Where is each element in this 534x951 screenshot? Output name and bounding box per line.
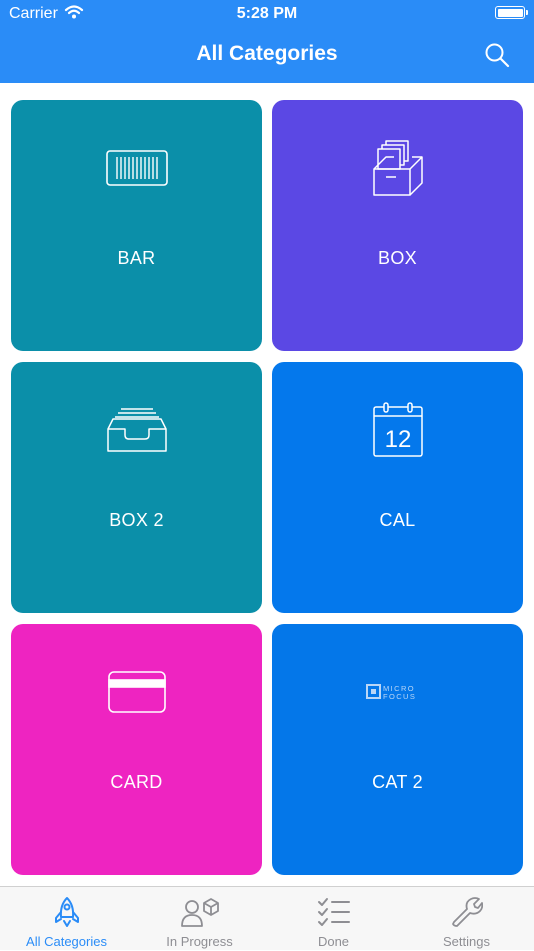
category-tile-bar[interactable]: BAR (11, 100, 262, 351)
category-tile-box-2[interactable]: BOX 2 (11, 362, 262, 613)
credit-card-icon (107, 671, 166, 713)
category-tile-cal[interactable]: 12 CAL (272, 362, 523, 613)
navigation-bar: All Categories (0, 28, 534, 83)
page-title: All Categories (196, 42, 338, 65)
tile-label: CARD (110, 772, 163, 792)
tab-bar: All Categories In Progress Done Settings (0, 886, 534, 950)
tile-label: CAL (379, 510, 416, 530)
tab-settings[interactable]: Settings (400, 887, 533, 951)
category-tile-cat-2[interactable]: MICRO FOCUS CAT 2 (272, 624, 523, 875)
calendar-icon: 12 (372, 402, 423, 457)
category-grid: BAR BOX BOX 2 12 CAL CARD MICRO FOCUS CA… (0, 83, 534, 886)
tab-in-progress[interactable]: In Progress (133, 887, 266, 951)
tab-all-categories[interactable]: All Categories (0, 887, 133, 951)
search-button[interactable] (484, 42, 510, 68)
status-time: 5:28 PM (236, 5, 298, 22)
barcode-icon (105, 150, 168, 186)
checklist-icon (317, 898, 350, 926)
tab-label: Done (317, 934, 350, 949)
category-tile-card[interactable]: CARD (11, 624, 262, 875)
calendar-day: 12 (384, 426, 411, 453)
wrench-icon (451, 897, 483, 927)
micro-focus-logo: MICRO FOCUS (365, 684, 416, 701)
archive-box-icon (372, 140, 423, 196)
category-tile-box[interactable]: BOX (272, 100, 523, 351)
tab-label: All Categories (26, 934, 107, 949)
search-icon (485, 43, 510, 68)
tab-done[interactable]: Done (267, 887, 400, 951)
tile-label: BOX (378, 248, 417, 268)
tab-label: In Progress (166, 934, 233, 949)
tile-label: BOX 2 (109, 510, 164, 530)
status-bar: Carrier 5:28 PM (0, 0, 534, 28)
tab-label: Settings (443, 934, 490, 949)
logo-line-2: FOCUS (383, 692, 416, 701)
tile-label: CAT 2 (372, 772, 423, 792)
rocket-icon (54, 897, 79, 927)
user-box-icon (180, 898, 219, 927)
battery-icon (495, 6, 528, 19)
inbox-tray-icon (106, 408, 167, 452)
tile-label: BAR (117, 248, 156, 268)
